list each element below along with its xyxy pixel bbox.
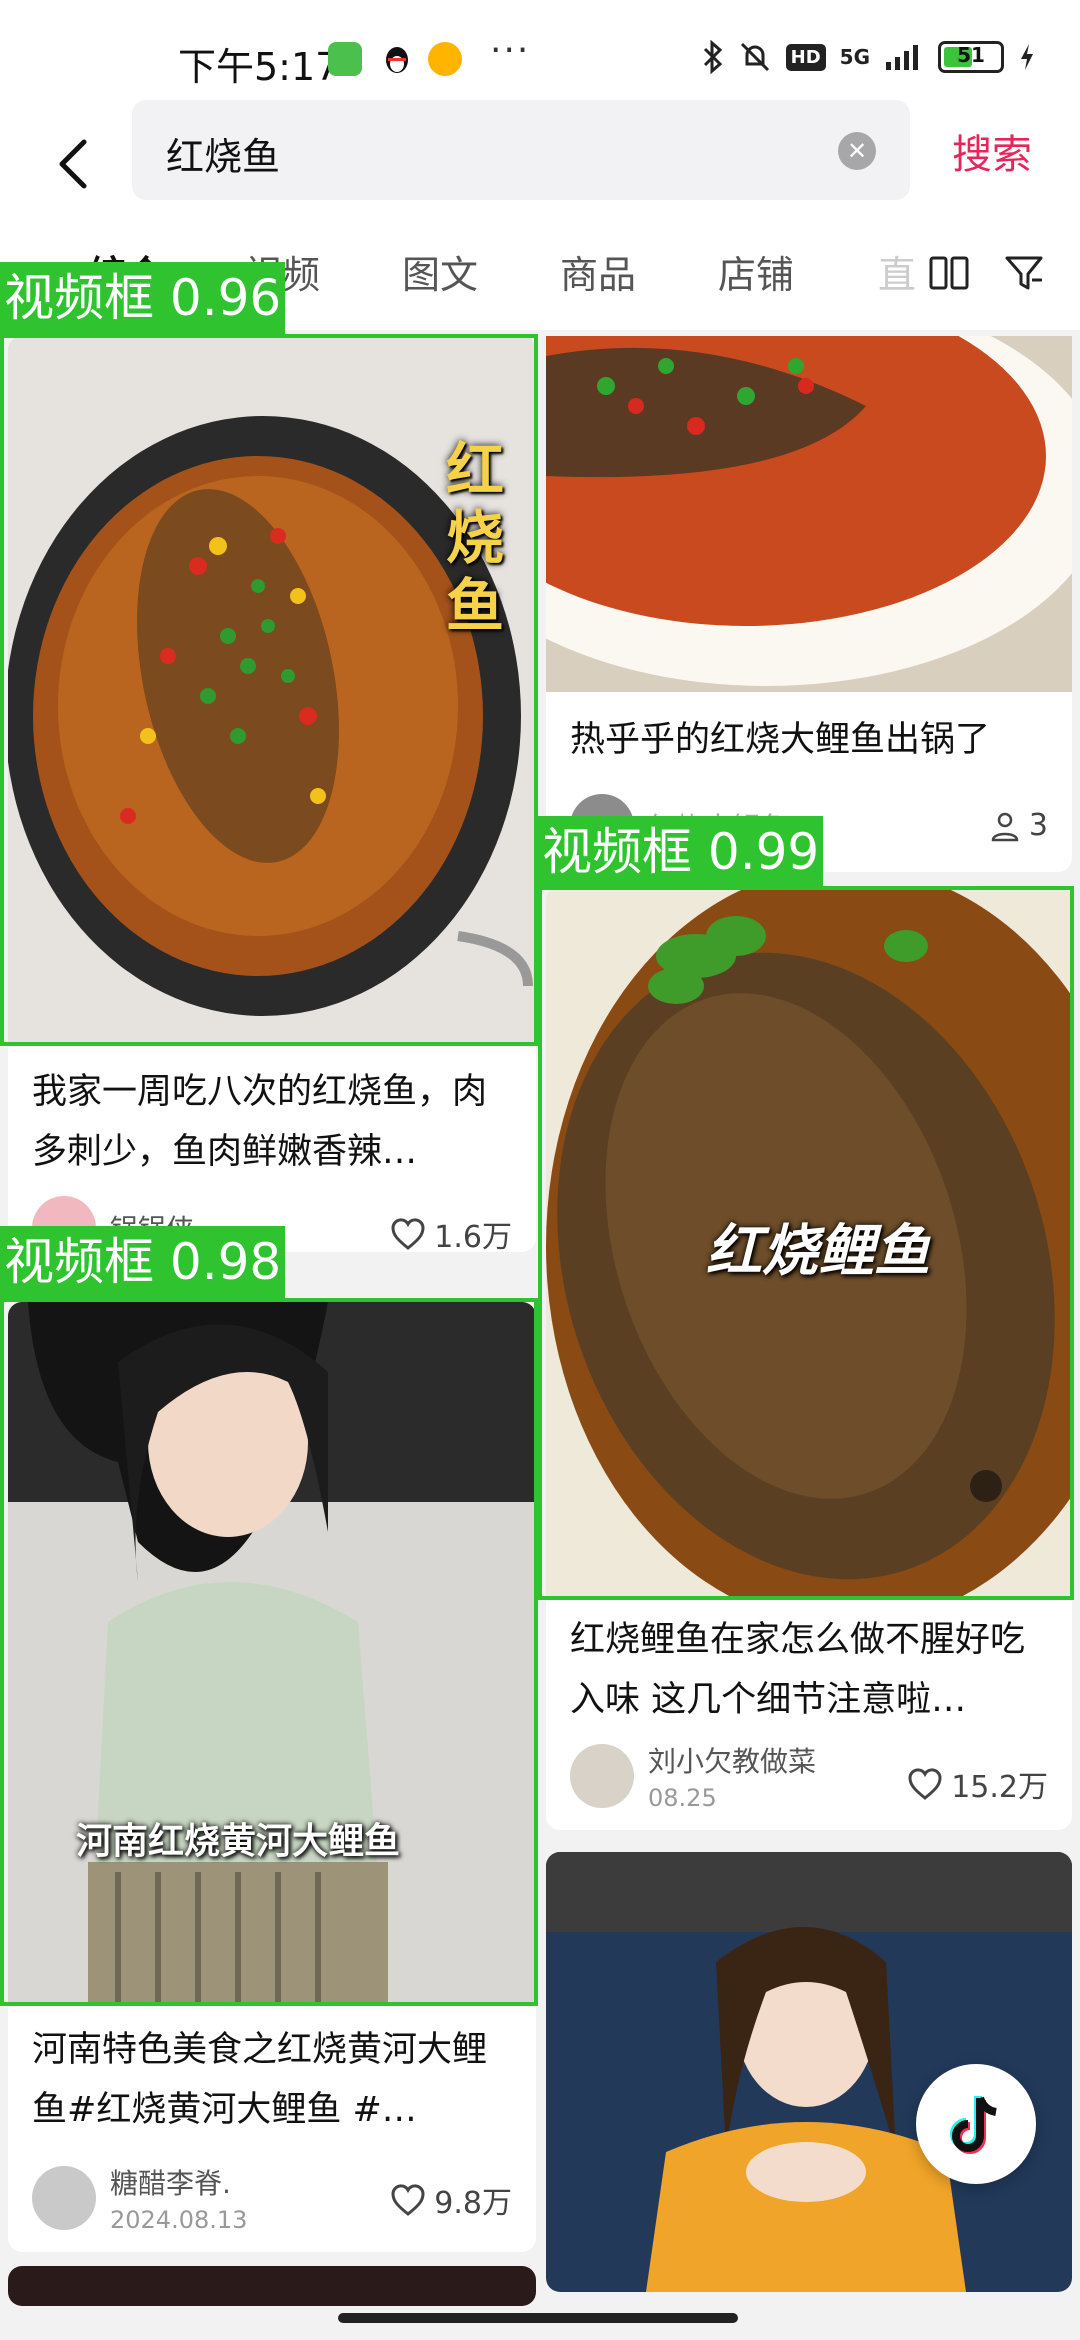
like-button[interactable]: 15.2万 <box>907 1762 1048 1806</box>
detection-box <box>0 1298 538 2006</box>
avatar <box>32 2166 96 2230</box>
home-indicator[interactable] <box>338 2313 738 2323</box>
heart-icon <box>391 2184 425 2216</box>
tab-stores[interactable]: 店铺 <box>718 244 794 299</box>
author-row[interactable]: 刘小欠教做菜 08.25 <box>570 1740 816 1812</box>
like-count: 15.2万 <box>951 1770 1048 1805</box>
like-count: 9.8万 <box>434 2186 512 2221</box>
battery-level: 51 <box>957 43 985 67</box>
tab-image-text[interactable]: 图文 <box>402 244 478 299</box>
detection-label: 视频框 0.98 <box>0 1226 286 1298</box>
status-bar: 下午5:17 ··· HD 5G 51 <box>0 0 1080 100</box>
user-count: 3 <box>989 808 1048 843</box>
hd-badge: HD <box>785 43 826 71</box>
status-icons: HD 5G 51 <box>702 40 1036 74</box>
bluetooth-icon <box>703 40 722 74</box>
search-input[interactable]: 红烧鱼 ✕ <box>132 100 910 200</box>
signal-icon <box>886 45 918 70</box>
dual-column-layout-icon[interactable] <box>926 250 972 296</box>
heart-icon <box>908 1768 942 1800</box>
clear-search-button[interactable]: ✕ <box>838 132 876 170</box>
author-name: 糖醋李脊. <box>110 2167 231 2200</box>
like-count: 1.6万 <box>434 1220 512 1252</box>
detection-label: 视频框 0.99 <box>538 816 824 888</box>
author-row[interactable]: 糖醋李脊. 2024.08.13 <box>32 2162 247 2234</box>
douyin-icon <box>950 2096 997 2154</box>
battery-icon: 51 <box>938 41 1004 73</box>
chevron-left-icon <box>59 139 87 189</box>
search-query: 红烧鱼 <box>166 135 281 179</box>
result-card[interactable] <box>8 2266 536 2306</box>
like-button[interactable]: 1.6万 <box>390 1212 512 1252</box>
heart-icon <box>391 1218 425 1250</box>
charging-icon <box>1021 44 1033 70</box>
post-date: 2024.08.13 <box>110 2206 248 2234</box>
author-name: 刘小欠教做菜 <box>648 1745 817 1778</box>
card-title: 我家一周吃八次的红烧鱼，肉多刺少，鱼肉鲜嫩香辣… <box>32 1072 488 1172</box>
result-card[interactable]: 热乎乎的红烧大鲤鱼出锅了 红烧大鲤鱼 3 <box>546 336 1072 872</box>
search-button[interactable]: 搜索 <box>952 122 1032 180</box>
card-title: 红烧鲤鱼在家怎么做不腥好吃入味 这几个细节注意啦… <box>570 1620 1026 1720</box>
filter-icon[interactable] <box>1002 250 1048 296</box>
douyin-float-button[interactable] <box>916 2064 1036 2184</box>
tab-products[interactable]: 商品 <box>560 244 636 299</box>
more-notifications-icon: ··· <box>490 30 531 71</box>
detection-label: 视频框 0.96 <box>0 262 286 334</box>
mute-bell-icon <box>740 42 769 72</box>
fish-plate-image <box>546 336 1072 692</box>
wechat-icon <box>328 42 362 76</box>
avatar <box>570 1744 634 1808</box>
like-count: 3 <box>1028 808 1048 843</box>
qq-icon <box>380 42 414 76</box>
status-time: 下午5:17 <box>178 45 340 89</box>
detection-box <box>0 334 538 1046</box>
detection-box <box>538 886 1074 1600</box>
back-button[interactable] <box>48 118 108 208</box>
card-title: 河南特色美食之红烧黄河大鲤鱼#红烧黄河大鲤鱼 #… <box>32 2030 488 2130</box>
post-date: 08.25 <box>648 1784 717 1812</box>
tab-live[interactable]: 直 <box>878 244 916 299</box>
search-header: 红烧鱼 ✕ 搜索 <box>0 100 1080 230</box>
image-thumbnail <box>546 336 1072 692</box>
person-icon <box>991 812 1019 841</box>
network-label: 5G <box>839 45 870 69</box>
58-icon <box>428 42 462 76</box>
card-title: 热乎乎的红烧大鲤鱼出锅了 <box>570 720 991 760</box>
like-button[interactable]: 9.8万 <box>390 2178 512 2222</box>
